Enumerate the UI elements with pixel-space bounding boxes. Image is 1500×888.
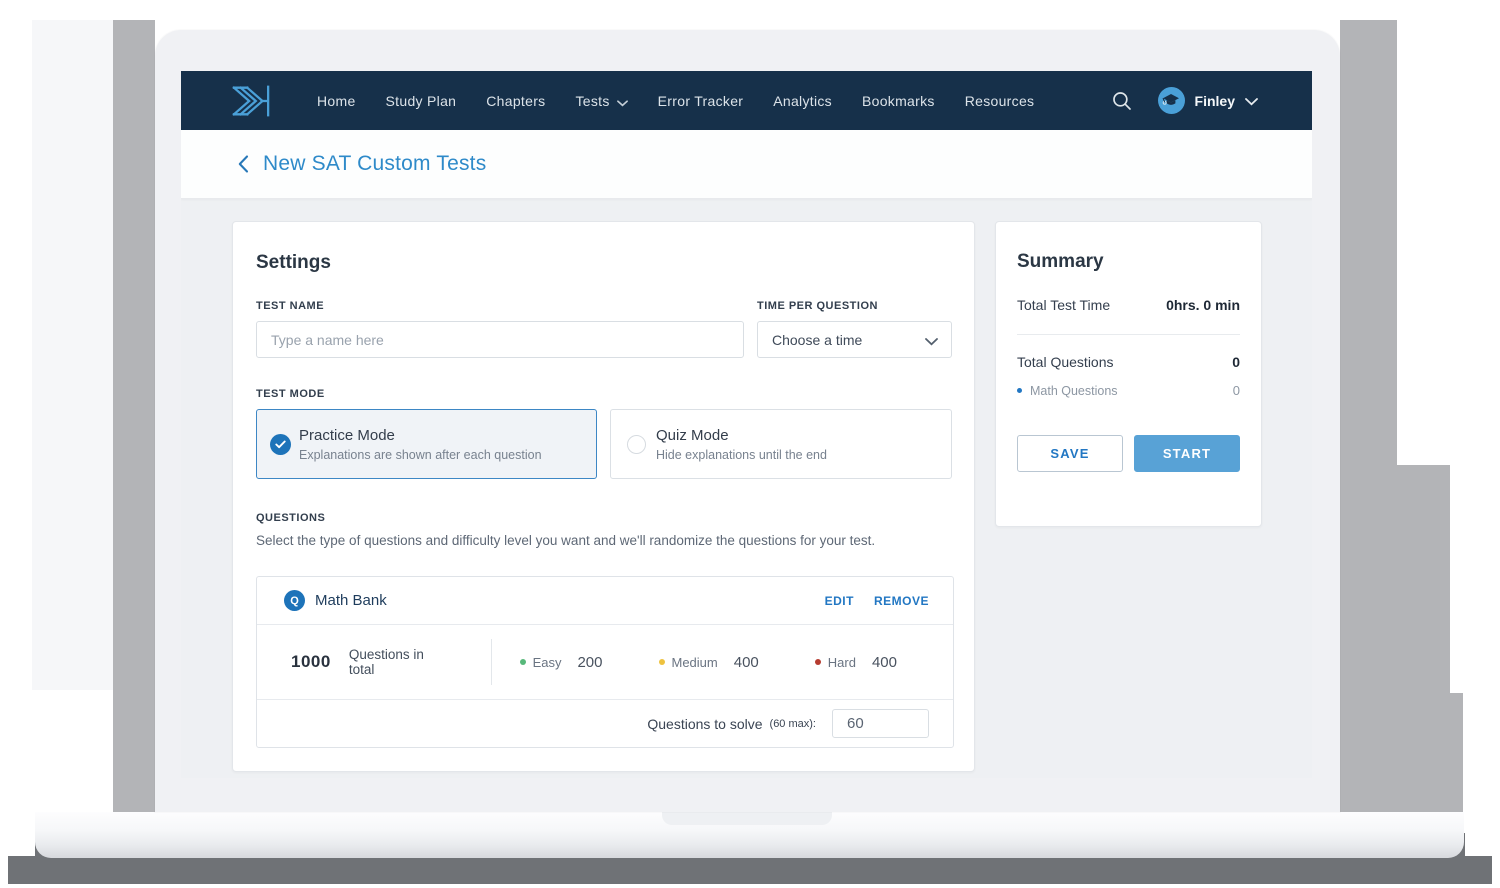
backdrop-gray-block-right-bottom	[1340, 693, 1463, 813]
question-bank-card: Q Math Bank EDIT REMOVE 1000 Questions i…	[256, 576, 954, 748]
practice-mode-title: Practice Mode	[299, 427, 542, 444]
mode-option-practice[interactable]: Practice Mode Explanations are shown aft…	[256, 409, 597, 479]
difficulty-easy: Easy 200	[520, 654, 603, 671]
total-questions-row: Total Questions 0	[1017, 354, 1240, 370]
medium-dot-icon	[659, 659, 665, 665]
hard-value: 400	[872, 654, 897, 671]
nav-item-home[interactable]: Home	[317, 93, 356, 109]
bank-stats-row: 1000 Questions in total Easy 200 Medium	[257, 625, 953, 699]
settings-heading: Settings	[256, 252, 952, 274]
bank-header-row: Q Math Bank EDIT REMOVE	[257, 577, 953, 625]
user-name[interactable]: Finley	[1195, 93, 1235, 109]
nav-item-bookmarks[interactable]: Bookmarks	[862, 93, 935, 109]
hard-dot-icon	[815, 659, 821, 665]
summary-heading: Summary	[1017, 251, 1240, 273]
time-per-question-select[interactable]: Choose a time	[757, 321, 952, 358]
total-time-row: Total Test Time 0hrs. 0 min	[1017, 297, 1240, 313]
total-time-value: 0hrs. 0 min	[1166, 297, 1240, 313]
backdrop-gray-block-right-top	[1340, 20, 1397, 465]
backdrop-light-block-left	[32, 20, 113, 690]
time-select-value: Choose a time	[772, 332, 862, 348]
laptop-base	[35, 812, 1464, 858]
practice-mode-description: Explanations are shown after each questi…	[299, 448, 542, 462]
difficulty-hard: Hard 400	[815, 654, 897, 671]
questions-to-solve-max: (60 max):	[770, 718, 816, 730]
easy-label: Easy	[533, 655, 562, 670]
easy-dot-icon	[520, 659, 526, 665]
bank-total-label: Questions in total	[349, 647, 453, 677]
test-name-label: TEST NAME	[256, 300, 744, 312]
page-title: New SAT Custom Tests	[263, 152, 486, 176]
app-logo-icon[interactable]	[229, 81, 277, 121]
page-header: New SAT Custom Tests	[181, 130, 1312, 199]
nav-item-resources[interactable]: Resources	[965, 93, 1035, 109]
user-chevron-down-icon[interactable]	[1245, 93, 1258, 111]
easy-value: 200	[577, 654, 602, 671]
nav-menu: Home Study Plan Chapters Tests Error Tra…	[317, 92, 1034, 110]
nav-right-group: Finley	[1112, 87, 1258, 114]
quiz-mode-title: Quiz Mode	[656, 427, 827, 444]
nav-item-chapters[interactable]: Chapters	[486, 93, 545, 109]
bank-footer-row: Questions to solve (60 max):	[257, 699, 953, 747]
remove-button[interactable]: REMOVE	[874, 594, 929, 608]
radio-circle-icon	[627, 435, 646, 454]
questions-to-solve-input[interactable]	[832, 709, 929, 738]
bank-name: Math Bank	[315, 592, 387, 609]
laptop-shadow-band	[8, 856, 1492, 884]
chevron-down-icon	[925, 333, 938, 349]
total-questions-label: Total Questions	[1017, 354, 1114, 370]
back-chevron-icon[interactable]	[238, 155, 249, 173]
user-avatar[interactable]	[1158, 87, 1185, 114]
test-mode-label: TEST MODE	[256, 388, 952, 400]
total-questions-value: 0	[1232, 354, 1240, 370]
question-bank-icon: Q	[284, 590, 305, 611]
name-time-row: TEST NAME TIME PER QUESTION Choose a tim…	[256, 300, 952, 358]
laptop-screen: Home Study Plan Chapters Tests Error Tra…	[181, 71, 1312, 778]
quiz-mode-description: Hide explanations until the end	[656, 448, 827, 462]
backdrop-gray-block-right-mid	[1340, 465, 1450, 693]
page-body: Settings TEST NAME TIME PER QUESTION Cho…	[181, 199, 1312, 778]
mode-option-quiz[interactable]: Quiz Mode Hide explanations until the en…	[610, 409, 952, 479]
difficulty-medium: Medium 400	[659, 654, 759, 671]
backdrop-gray-block-left	[113, 20, 155, 813]
chevron-down-icon	[617, 94, 628, 110]
top-navbar: Home Study Plan Chapters Tests Error Tra…	[181, 71, 1312, 130]
bullet-dot-icon	[1017, 388, 1022, 393]
hard-label: Hard	[828, 655, 856, 670]
summary-actions: SAVE START	[1017, 435, 1240, 472]
nav-item-study-plan[interactable]: Study Plan	[386, 93, 457, 109]
laptop-bezel: Home Study Plan Chapters Tests Error Tra…	[155, 30, 1340, 812]
start-button[interactable]: START	[1134, 435, 1240, 472]
test-mode-options: Practice Mode Explanations are shown aft…	[256, 409, 952, 479]
nav-item-tests[interactable]: Tests	[575, 92, 627, 110]
stats-divider	[491, 639, 492, 685]
total-time-label: Total Test Time	[1017, 297, 1110, 313]
questions-label: QUESTIONS	[256, 512, 952, 524]
math-questions-label: Math Questions	[1030, 384, 1118, 398]
medium-value: 400	[734, 654, 759, 671]
summary-divider	[1017, 334, 1240, 335]
math-questions-value: 0	[1233, 383, 1240, 398]
nav-item-error-tracker[interactable]: Error Tracker	[658, 93, 744, 109]
medium-label: Medium	[672, 655, 718, 670]
questions-description: Select the type of questions and difficu…	[256, 533, 952, 548]
edit-button[interactable]: EDIT	[825, 594, 854, 608]
nav-item-analytics[interactable]: Analytics	[773, 93, 832, 109]
questions-to-solve-label: Questions to solve	[647, 716, 762, 732]
check-circle-icon	[270, 434, 291, 455]
time-per-question-label: TIME PER QUESTION	[757, 300, 952, 312]
laptop-trackpad-notch	[662, 812, 832, 825]
settings-panel: Settings TEST NAME TIME PER QUESTION Cho…	[232, 221, 975, 772]
search-icon[interactable]	[1112, 91, 1132, 111]
test-name-input[interactable]	[256, 321, 744, 358]
math-questions-row: Math Questions 0	[1017, 383, 1240, 398]
bank-total-count: 1000	[291, 652, 331, 672]
summary-panel: Summary Total Test Time 0hrs. 0 min Tota…	[995, 221, 1262, 527]
save-button[interactable]: SAVE	[1017, 435, 1123, 472]
marketing-canvas: Home Study Plan Chapters Tests Error Tra…	[0, 0, 1500, 888]
